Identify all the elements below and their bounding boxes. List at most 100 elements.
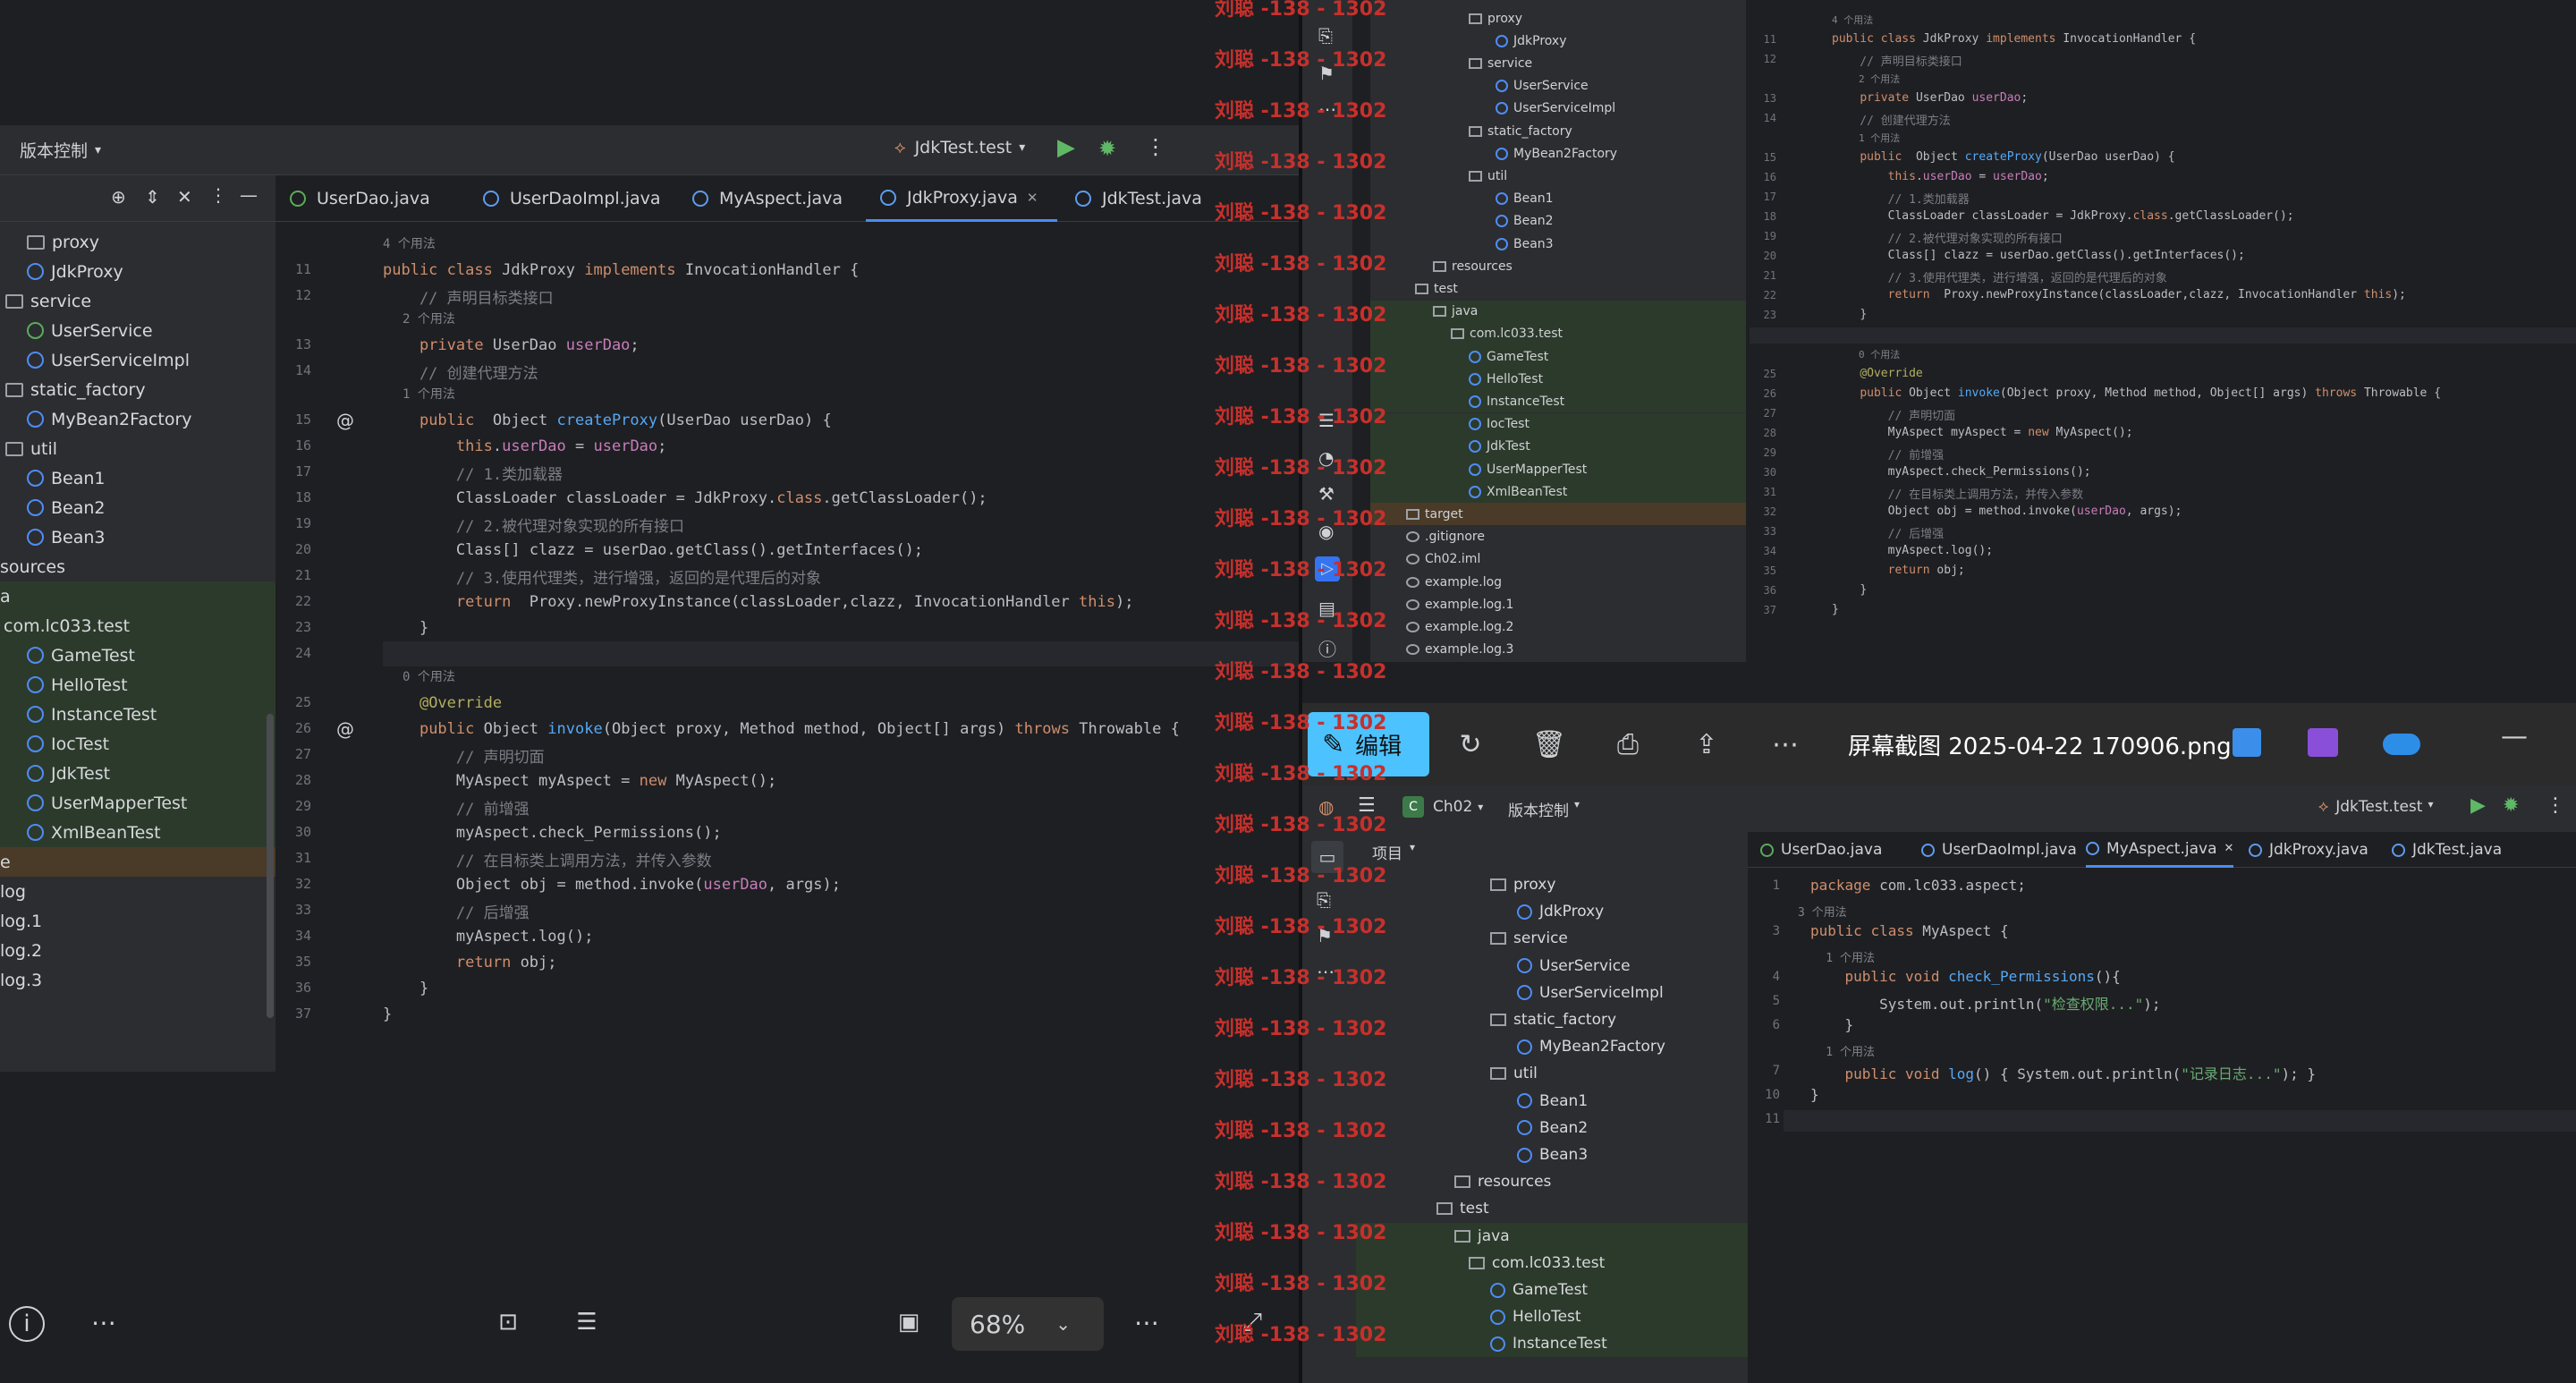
tree-item[interactable]: XmlBeanTest <box>1370 480 1746 504</box>
tree-item[interactable]: Bean2 <box>0 493 275 522</box>
tree-item[interactable]: test <box>1370 277 1746 300</box>
tree-item[interactable]: util <box>1356 1060 1798 1087</box>
run-icon[interactable]: ▶ <box>2470 794 2486 817</box>
tree-item[interactable]: UserMapperTest <box>0 788 275 818</box>
tree-item[interactable]: IocTest <box>0 729 275 759</box>
editor-tab[interactable]: JdkTest.java <box>2392 832 2502 868</box>
tree-item[interactable]: sources <box>0 552 275 581</box>
tree-item[interactable]: HelloTest <box>0 670 275 700</box>
minimize-icon[interactable]: — <box>2501 721 2528 752</box>
tree-item[interactable]: example.log.2 <box>1370 615 1746 638</box>
tree-item[interactable]: static_factory <box>1356 1006 1798 1033</box>
tree-item[interactable]: Bean3 <box>1356 1141 1798 1168</box>
vcs-menu[interactable]: 版本控制 ▾ <box>20 138 101 162</box>
text-extract-icon[interactable]: ☰ <box>569 1304 605 1340</box>
tree-item[interactable]: MyBean2Factory <box>0 404 275 434</box>
tree-item[interactable]: UserService <box>1356 953 1798 980</box>
clipchamp-app-icon[interactable] <box>2308 728 2338 757</box>
tab-userdao[interactable]: UserDao.java <box>275 175 430 222</box>
tree-item[interactable]: com.lc033.test <box>1370 322 1746 345</box>
tree-item[interactable]: Bean1 <box>0 463 275 493</box>
tab-jdkproxy[interactable]: JdkProxy.java ✕ <box>866 175 1057 222</box>
project-switcher[interactable]: C Ch02 ▾ <box>1402 796 1483 818</box>
tree-item[interactable]: IocTest <box>1370 412 1746 436</box>
visual-search-icon[interactable]: ⊡ <box>490 1304 526 1340</box>
zoom-select[interactable]: 68% ⌄ <box>952 1297 1104 1351</box>
tree-item[interactable]: JdkProxy <box>1370 30 1746 52</box>
code-editor-small[interactable]: 4 个用法 11 public class JdkProxy implements … <box>1750 0 2576 662</box>
tree-item[interactable]: GameTest <box>1370 345 1746 368</box>
onedrive-icon[interactable] <box>2383 734 2420 755</box>
code-editor[interactable]: 4 个用法 public class JdkProxy implements In… <box>383 222 1302 1072</box>
override-icon[interactable]: @ <box>336 410 354 431</box>
tree-item[interactable]: UserService <box>1370 75 1746 98</box>
tree-item[interactable]: com.lc033.test <box>1356 1249 1798 1277</box>
tree-item[interactable]: GameTest <box>1356 1277 1798 1303</box>
tree-item[interactable]: log <box>0 877 275 906</box>
tree-item[interactable]: .gitignore <box>1370 526 1746 548</box>
tab-userdaoimpl[interactable]: UserDaoImpl.java <box>469 175 661 222</box>
tree-item[interactable]: java <box>1370 300 1746 323</box>
tree-item[interactable]: Bean1 <box>1370 188 1746 210</box>
debug-icon[interactable]: ✹ <box>2503 794 2519 817</box>
tree-item[interactable]: HelloTest <box>1370 368 1746 391</box>
tree-item[interactable]: Bean3 <box>0 522 275 552</box>
tree-item[interactable]: XmlBeanTest <box>0 818 275 847</box>
run-config-select[interactable]: ⟡ JdkTest.test ▾ <box>2318 798 2433 816</box>
vcs-menu[interactable]: 版本控制 ▾ <box>1508 798 1580 820</box>
tree-item[interactable]: JdkTest <box>1370 435 1746 458</box>
tree-item[interactable]: static_factory <box>0 375 275 404</box>
override-icon[interactable]: @ <box>336 718 354 740</box>
minimize-icon[interactable]: — <box>240 184 258 206</box>
run-config-select[interactable]: ⟡ JdkTest.test ▾ <box>894 138 1025 157</box>
tree-item[interactable]: example.log.3 <box>1370 639 1746 661</box>
tree-item[interactable]: java <box>1356 1222 1798 1250</box>
tree-item[interactable]: util <box>0 434 275 463</box>
share-icon[interactable]: ⇪ <box>1687 725 1726 764</box>
build-icon[interactable]: ⚒ <box>1318 483 1335 505</box>
tree-item[interactable]: service <box>1370 52 1746 74</box>
tree-item[interactable]: JdkProxy <box>1356 898 1798 925</box>
tree-item[interactable]: test <box>1356 1195 1798 1222</box>
more-icon[interactable]: ⋯ <box>1129 1304 1165 1340</box>
debug-icon[interactable]: ✹ <box>1098 136 1116 161</box>
tree-item[interactable]: log.2 <box>0 936 275 965</box>
tree-item[interactable]: example.log.1 <box>1370 593 1746 615</box>
more-icon[interactable]: ⋯ <box>86 1304 122 1340</box>
tree-item[interactable]: log.1 <box>0 906 275 936</box>
tree-item[interactable]: com.lc033.test <box>0 611 275 641</box>
designer-app-icon[interactable] <box>2233 728 2261 757</box>
delete-icon[interactable]: 🗑 <box>1530 725 1569 764</box>
tree-item[interactable]: log.3 <box>0 965 275 995</box>
tree-item[interactable]: MyBean2Factory <box>1356 1033 1798 1060</box>
info-icon[interactable]: i <box>9 1306 45 1342</box>
tree-item[interactable]: resources <box>1356 1168 1798 1195</box>
tree-item[interactable]: a <box>0 581 275 611</box>
tree-item[interactable]: JdkProxy <box>0 257 275 286</box>
locate-icon[interactable]: ⊕ <box>111 186 126 208</box>
tree-item[interactable]: proxy <box>1356 871 1798 898</box>
tree-item[interactable]: GameTest <box>0 641 275 670</box>
tree-item[interactable]: service <box>1356 925 1798 952</box>
tree-item[interactable]: resources <box>1370 255 1746 277</box>
expand-icon[interactable]: ⇕ <box>145 186 160 208</box>
tree-item[interactable]: proxy <box>1370 7 1746 30</box>
tree-item[interactable]: Bean1 <box>1356 1088 1798 1115</box>
actual-size-icon[interactable]: ▣ <box>891 1304 927 1340</box>
tree-item[interactable]: example.log <box>1370 571 1746 593</box>
editor-tab[interactable]: MyAspect.java ✕ <box>2086 832 2234 868</box>
tree-item[interactable]: proxy <box>0 227 275 257</box>
structure-icon[interactable]: ⎘ <box>1317 889 1331 911</box>
tree-item[interactable]: InstanceTest <box>0 700 275 729</box>
editor-tab[interactable]: JdkProxy.java <box>2249 832 2368 868</box>
tree-item[interactable]: MyBean2Factory <box>1370 142 1746 165</box>
tree-item[interactable]: util <box>1370 165 1746 187</box>
tree-item[interactable]: Bean2 <box>1370 210 1746 233</box>
more-icon[interactable]: ⋮ <box>1145 134 1166 159</box>
tree-item[interactable]: Bean2 <box>1356 1115 1798 1141</box>
tree-item[interactable]: UserServiceImpl <box>1370 98 1746 120</box>
tree-item[interactable]: static_factory <box>1370 120 1746 142</box>
tree-item[interactable]: e <box>0 847 275 877</box>
tree-item[interactable]: UserServiceImpl <box>1356 980 1798 1006</box>
tree-item[interactable]: service <box>0 286 275 316</box>
